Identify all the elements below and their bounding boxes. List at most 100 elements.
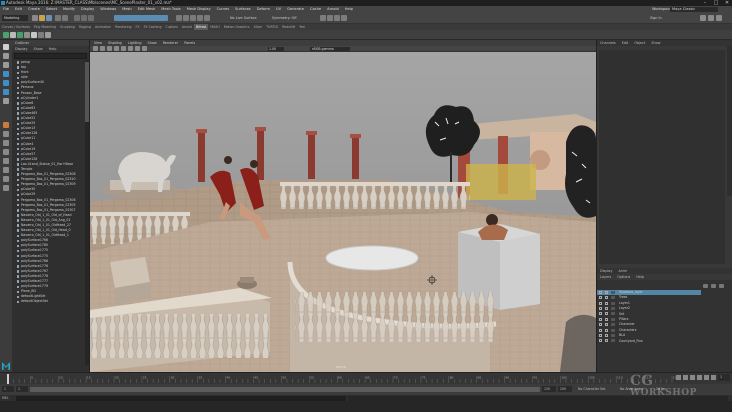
character-set-dropdown[interactable]: No Character Set bbox=[578, 386, 618, 392]
layer-playback-toggle[interactable] bbox=[605, 339, 608, 343]
layer-color-swatch[interactable] bbox=[611, 301, 615, 305]
layer-playback-toggle[interactable] bbox=[605, 333, 608, 337]
xray-icon[interactable] bbox=[135, 46, 140, 51]
viewport-menu-view[interactable]: View bbox=[94, 41, 102, 45]
layer-playback-toggle[interactable] bbox=[605, 301, 608, 305]
layer-visibility-toggle[interactable] bbox=[599, 328, 602, 332]
select-hierarchy-icon[interactable] bbox=[74, 15, 80, 21]
layer-playback-toggle[interactable] bbox=[605, 328, 608, 332]
layer-visibility-toggle[interactable] bbox=[599, 312, 602, 316]
shadows-icon[interactable] bbox=[128, 46, 133, 51]
outliner-menu-show[interactable]: Show bbox=[34, 47, 43, 51]
layer-list[interactable]: Shadows_layer Trees Layer1 Layer2 Set Pillars… bbox=[597, 290, 701, 350]
layer-row[interactable]: Pillars bbox=[597, 317, 701, 322]
layer-playback-toggle[interactable] bbox=[605, 296, 608, 300]
layer-row[interactable]: Trees bbox=[597, 295, 701, 300]
range-start-field[interactable]: 1 bbox=[16, 386, 28, 392]
layer-visibility-toggle[interactable] bbox=[599, 290, 602, 294]
layer-playback-toggle[interactable] bbox=[605, 323, 608, 327]
layer-row[interactable]: Layer1 bbox=[597, 301, 701, 306]
paint-select-icon[interactable] bbox=[3, 62, 9, 68]
layer-visibility-toggle[interactable] bbox=[599, 333, 602, 337]
shelf-tool-icon[interactable] bbox=[10, 32, 16, 38]
outliner-menu-help[interactable]: Help bbox=[49, 47, 57, 51]
toggle-tool-settings-icon[interactable] bbox=[716, 15, 722, 21]
move-tool-icon[interactable] bbox=[3, 71, 9, 77]
outliner-item[interactable]: defaultObjectSet bbox=[12, 299, 90, 304]
layout-graph-icon[interactable] bbox=[3, 158, 9, 164]
layout-persp-outliner-icon[interactable] bbox=[3, 149, 9, 155]
shelf-tool-icon[interactable] bbox=[3, 32, 9, 38]
camera-attributes-icon[interactable] bbox=[93, 46, 98, 51]
layer-color-swatch[interactable] bbox=[611, 296, 615, 300]
undo-icon[interactable] bbox=[55, 15, 61, 21]
range-end-field[interactable]: 120 bbox=[542, 386, 556, 392]
snap-curve-icon[interactable] bbox=[183, 15, 189, 21]
layout-side-icon[interactable] bbox=[3, 140, 9, 146]
mode-dropdown[interactable]: Modeling bbox=[2, 15, 28, 21]
layer-visibility-toggle[interactable] bbox=[599, 339, 602, 343]
workspace-dropdown[interactable]: Maya Classic bbox=[670, 6, 718, 12]
selection-mask-toolbar[interactable] bbox=[114, 15, 168, 21]
new-scene-icon[interactable] bbox=[32, 15, 38, 21]
start-frame-field[interactable]: 1 bbox=[2, 386, 14, 392]
layer-options-icon[interactable] bbox=[711, 284, 716, 288]
smooth-shade-icon[interactable] bbox=[107, 46, 112, 51]
viewport-menu-shading[interactable]: Shading bbox=[108, 41, 122, 45]
outliner-search-input[interactable] bbox=[14, 53, 87, 59]
layer-visibility-toggle[interactable] bbox=[599, 296, 602, 300]
layer-playback-toggle[interactable] bbox=[605, 290, 608, 294]
layer-menu-layers[interactable]: Layers bbox=[600, 275, 611, 279]
shelf-tool-icon[interactable] bbox=[45, 32, 51, 38]
layer-color-swatch[interactable] bbox=[611, 328, 615, 332]
layer-color-swatch[interactable] bbox=[611, 290, 615, 294]
layer-color-swatch[interactable] bbox=[611, 306, 615, 310]
layer-row[interactable]: BLA bbox=[597, 333, 701, 338]
layer-menu-help[interactable]: Help bbox=[636, 275, 644, 279]
outliner-menu-display[interactable]: Display bbox=[15, 47, 28, 51]
layout-custom-icon[interactable] bbox=[3, 185, 9, 191]
channel-box-tab-show[interactable]: Show bbox=[651, 41, 660, 45]
toggle-attribute-editor-icon[interactable] bbox=[700, 15, 706, 21]
select-tool-icon[interactable] bbox=[3, 44, 9, 50]
viewport-menu-show[interactable]: Show bbox=[148, 41, 157, 45]
render-frame-icon[interactable] bbox=[320, 15, 326, 21]
new-layer-icon[interactable] bbox=[703, 284, 708, 288]
layer-playback-toggle[interactable] bbox=[605, 312, 608, 316]
rotate-tool-icon[interactable] bbox=[3, 80, 9, 86]
outliner-scrollbar[interactable] bbox=[85, 60, 89, 365]
layout-single-icon[interactable] bbox=[3, 122, 9, 128]
hypershade-icon[interactable] bbox=[341, 15, 347, 21]
command-input[interactable] bbox=[16, 395, 346, 401]
outliner-scroll-thumb[interactable] bbox=[85, 62, 89, 122]
layer-playback-toggle[interactable] bbox=[605, 317, 608, 321]
layer-row[interactable]: Characters bbox=[597, 328, 701, 333]
layer-visibility-toggle[interactable] bbox=[599, 306, 602, 310]
layer-visibility-toggle[interactable] bbox=[599, 317, 602, 321]
viewport-menu-panels[interactable]: Panels bbox=[184, 41, 195, 45]
shelf-tool-icon[interactable] bbox=[24, 32, 30, 38]
outliner-list[interactable]: persp top front side polySurface40 Perseus Pan… bbox=[12, 60, 90, 365]
select-component-icon[interactable] bbox=[88, 15, 94, 21]
layout-hypershade-icon[interactable] bbox=[3, 167, 9, 173]
wireframe-icon[interactable] bbox=[100, 46, 105, 51]
redo-icon[interactable] bbox=[62, 15, 68, 21]
layer-color-swatch[interactable] bbox=[611, 312, 615, 316]
layout-uv-icon[interactable] bbox=[3, 176, 9, 182]
isolate-select-icon[interactable] bbox=[142, 46, 147, 51]
snap-point-icon[interactable] bbox=[190, 15, 196, 21]
time-slider[interactable]: 5 10 15 20 25 30 35 40 45 50 55 60 65 70 75 80 85 90 95 100… bbox=[0, 372, 732, 384]
sign-in-button[interactable]: Sign In bbox=[650, 15, 662, 21]
snap-view-plane-icon[interactable] bbox=[197, 15, 203, 21]
layer-row[interactable]: Set bbox=[597, 312, 701, 317]
render-settings-icon[interactable] bbox=[334, 15, 340, 21]
viewport-menu-renderer[interactable]: Renderer bbox=[163, 41, 178, 45]
layer-tab-display[interactable]: Display bbox=[600, 269, 613, 273]
layer-menu-options[interactable]: Options bbox=[617, 275, 630, 279]
snap-grid-icon[interactable] bbox=[176, 15, 182, 21]
layer-row[interactable]: Character bbox=[597, 322, 701, 327]
layer-row[interactable]: Shadows_layer bbox=[597, 290, 701, 295]
scale-tool-icon[interactable] bbox=[3, 89, 9, 95]
layer-playback-toggle[interactable] bbox=[605, 306, 608, 310]
last-tool-icon[interactable] bbox=[3, 98, 9, 104]
